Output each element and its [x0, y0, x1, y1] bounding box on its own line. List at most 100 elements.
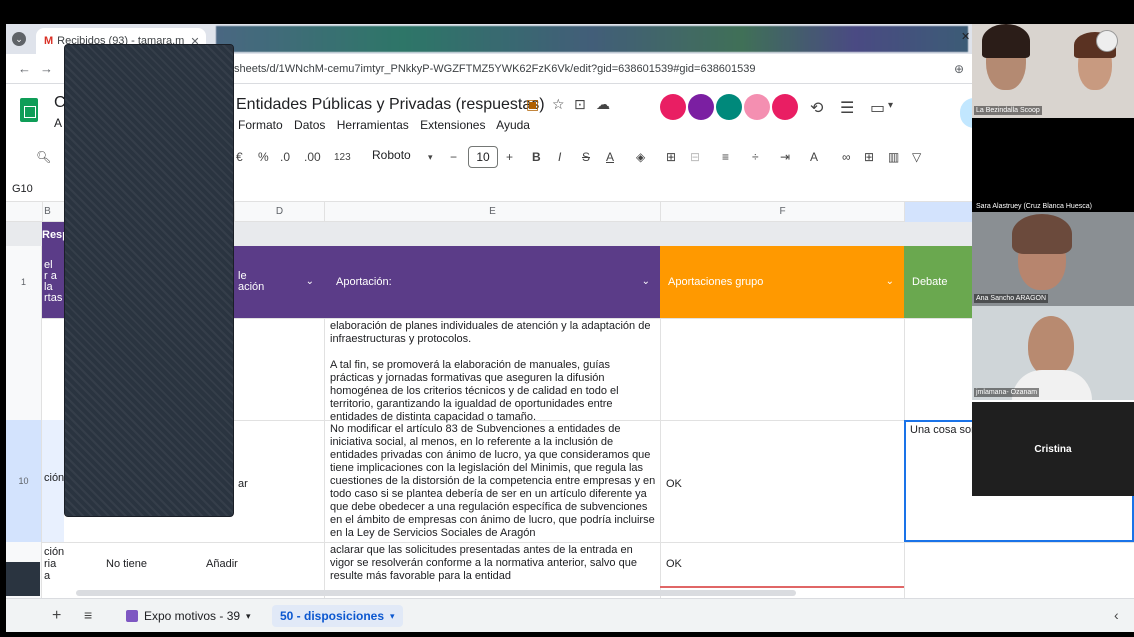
cell-d10[interactable]: ar	[238, 478, 248, 491]
currency-icon[interactable]: €	[236, 150, 243, 164]
font-size-increase[interactable]: +	[506, 150, 513, 164]
chart-icon[interactable]: ▥	[888, 150, 899, 164]
percent-icon[interactable]: %	[258, 150, 269, 164]
cloud-status-icon[interactable]: ☁	[596, 96, 610, 113]
move-folder-icon[interactable]: ⊡	[574, 96, 586, 113]
horizontal-scrollbar[interactable]	[76, 590, 796, 596]
cell-text: a	[44, 570, 51, 582]
gmail-icon: M	[44, 35, 54, 47]
redacted-region	[6, 562, 40, 596]
header-cell-aportaciones-grupo[interactable]: Aportaciones grupo ⌄	[660, 246, 904, 318]
column-header-d[interactable]: D	[234, 202, 324, 222]
all-sheets-icon[interactable]: ≡	[84, 607, 92, 623]
comment-icon[interactable]: ⊞	[864, 150, 874, 164]
chevron-down-icon[interactable]: ▾	[888, 100, 893, 111]
menu-datos[interactable]: Datos	[294, 118, 325, 132]
increase-decimal-icon[interactable]: .00	[304, 150, 321, 164]
comments-icon[interactable]: ☰	[840, 98, 854, 118]
decrease-decimal-icon[interactable]: .0	[280, 150, 290, 164]
zoom-icon[interactable]: ⊕	[954, 62, 964, 76]
meet-icon[interactable]: ▭	[870, 98, 885, 118]
column-header-b[interactable]: B	[42, 202, 52, 222]
cell-b11[interactable]: ción ria a	[44, 546, 64, 582]
chevron-down-icon[interactable]: ▾	[390, 611, 395, 622]
font-size-decrease[interactable]: −	[450, 150, 457, 164]
sheet-tabs-bar: + ≡ Expo motivos - 39 ▾ 50 - disposicion…	[6, 598, 1134, 632]
header-cell-aportacion[interactable]: Aportación: ⌄	[324, 246, 660, 318]
search-menus-icon[interactable]: 🔍︎	[36, 150, 51, 164]
video-tile-3[interactable]: Ana Sancho ARAGON	[972, 212, 1134, 306]
borders-icon[interactable]: ⊞	[666, 150, 676, 164]
forward-arrow-icon[interactable]: →	[40, 61, 53, 76]
add-sheet-icon[interactable]: +	[52, 607, 61, 625]
fill-color-icon[interactable]: ◈	[636, 150, 645, 164]
bold-icon[interactable]: B	[532, 150, 541, 164]
cell-f11[interactable]: OK	[666, 558, 682, 571]
participant-name: Cristina	[1034, 444, 1072, 455]
sheet-tab-disposiciones[interactable]: 50 - disposiciones ▾	[272, 605, 403, 627]
cell-reference-box[interactable]: G10	[12, 183, 33, 195]
history-icon[interactable]: ⟲	[810, 98, 823, 118]
menu-extensiones[interactable]: Extensiones	[420, 118, 485, 132]
cell-e11[interactable]: aclarar que las solicitudes presentadas …	[330, 544, 656, 583]
label-icon[interactable]: ▣	[526, 96, 539, 113]
close-icon[interactable]: ✕	[961, 30, 970, 43]
video-tile-4[interactable]: jmlamana- Ozanam	[972, 306, 1134, 400]
row-number-9[interactable]	[6, 318, 42, 420]
url-text[interactable]: sheets/d/1WNchM-cemu7imtyr_PNkkyP-WGZFTM…	[234, 63, 756, 75]
menu-herramientas[interactable]: Herramientas	[337, 118, 409, 132]
wrap-icon[interactable]: ⇥	[780, 150, 790, 164]
scroll-left-icon[interactable]: ‹	[1114, 607, 1119, 623]
text-color-icon[interactable]: A	[606, 150, 614, 164]
italic-icon[interactable]: I	[558, 150, 561, 164]
sheet-tab-label: 50 - disposiciones	[280, 609, 385, 623]
tab-search-icon[interactable]: ⌄	[12, 32, 26, 46]
cell-text: elaboración de planes individuales de at…	[330, 320, 651, 345]
row-number-1[interactable]: 1	[6, 246, 42, 318]
merge-cells-icon[interactable]: ⊟	[690, 150, 700, 164]
document-title[interactable]: Entidades Públicas y Privadas (respuesta…	[236, 96, 545, 114]
participant-hair	[1012, 214, 1072, 254]
video-tile-1[interactable]: La Bezindalla Scoop	[972, 24, 1134, 118]
strikethrough-icon[interactable]: S	[582, 150, 590, 164]
collaborator-avatar[interactable]	[772, 94, 798, 120]
star-icon[interactable]: ☆	[552, 96, 565, 113]
header-cell-b[interactable]: el r a la rtas	[42, 246, 64, 318]
cell-b10[interactable]: ción	[44, 472, 64, 485]
video-tile-2[interactable]: Sara Alastruey (Cruz Blanca Huesca)	[972, 118, 1134, 212]
align-icon[interactable]: ≡	[722, 150, 729, 164]
row-number-10[interactable]: 10	[6, 420, 42, 542]
collaborator-avatar[interactable]	[688, 94, 714, 120]
rotate-text-icon[interactable]: A	[810, 150, 818, 164]
chevron-down-icon[interactable]: ⌄	[886, 276, 894, 287]
menu-ayuda[interactable]: Ayuda	[496, 118, 530, 132]
menu-formato[interactable]: Formato	[238, 118, 283, 132]
column-header-e[interactable]: E	[324, 202, 660, 222]
collaborator-avatar[interactable]	[744, 94, 770, 120]
chevron-down-icon[interactable]: ⌄	[642, 276, 650, 287]
font-selector[interactable]: Roboto	[372, 148, 411, 162]
font-size-input[interactable]: 10	[468, 146, 498, 168]
format-more-button[interactable]: 123	[334, 152, 351, 163]
chevron-down-icon[interactable]: ▾	[246, 611, 251, 622]
cell-e9[interactable]: elaboración de planes individuales de at…	[330, 320, 656, 424]
collaborator-avatar[interactable]	[660, 94, 686, 120]
column-header-f[interactable]: F	[660, 202, 904, 222]
sheets-logo-icon[interactable]	[20, 98, 38, 122]
video-tile-5[interactable]: Cristina	[972, 402, 1134, 496]
chevron-down-icon[interactable]: ⌄	[306, 276, 314, 287]
cell-c11[interactable]: No tiene	[106, 558, 147, 571]
valign-icon[interactable]: ÷	[752, 150, 759, 164]
collaborator-avatar[interactable]	[716, 94, 742, 120]
link-icon[interactable]: ∞	[842, 150, 851, 164]
back-arrow-icon[interactable]: ←	[18, 61, 31, 76]
cell-text: A tal fin, se promoverá la elaboración d…	[330, 359, 619, 423]
filter-icon[interactable]: ▽	[912, 150, 921, 164]
chevron-down-icon[interactable]: ▾	[428, 152, 433, 163]
header-cell-d[interactable]: le ación ⌄	[234, 246, 324, 318]
cell-e10[interactable]: No modificar el artículo 83 de Subvencio…	[330, 423, 656, 540]
sheet-tab-expo-motivos[interactable]: Expo motivos - 39 ▾	[118, 605, 259, 627]
participant-name: Ana Sancho ARAGON	[974, 294, 1049, 303]
cell-d11[interactable]: Añadir	[206, 558, 238, 571]
cell-f10[interactable]: OK	[666, 478, 682, 491]
